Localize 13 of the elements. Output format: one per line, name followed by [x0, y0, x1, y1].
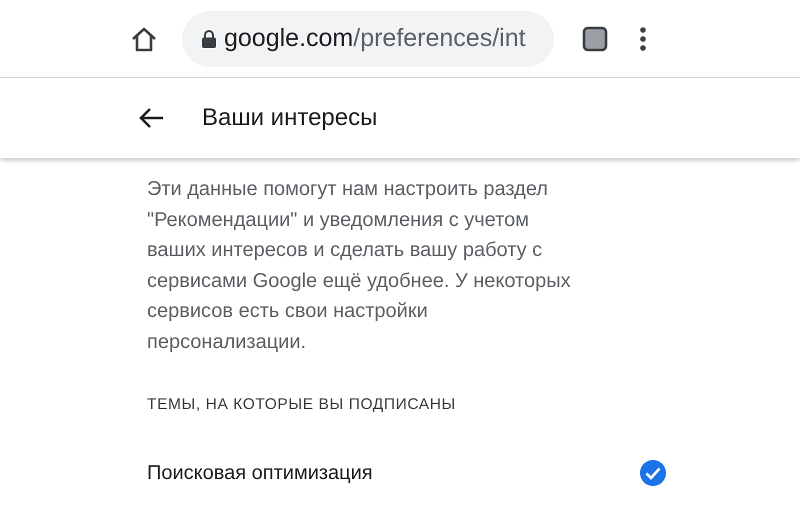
section-heading: ТЕМЫ, НА КОТОРЫЕ ВЫ ПОДПИСАНЫ: [147, 395, 457, 415]
home-icon[interactable]: [130, 26, 158, 52]
tabs-icon[interactable]: [582, 26, 608, 52]
description-text: Эти данные помогут нам настроить раздел "Рекомендации" и уведомления с учетом ваших интересов и сделать вашу работу с сервисами Google ещё удобнее. У некоторых сервисов есть свои настройки персонализации.: [147, 177, 572, 354]
menu-icon[interactable]: [639, 26, 647, 52]
address-bar[interactable]: google.com/preferences/int: [182, 10, 554, 66]
lock-icon: [202, 30, 216, 48]
back-icon[interactable]: [138, 107, 164, 129]
topic-label: Поисковая оптимизация: [147, 461, 373, 486]
page-title: Ваши интересы: [202, 103, 378, 133]
url-path: /preferences/int: [353, 22, 526, 54]
checkbox[interactable]: [639, 459, 667, 488]
url-host: google.com: [224, 22, 354, 54]
